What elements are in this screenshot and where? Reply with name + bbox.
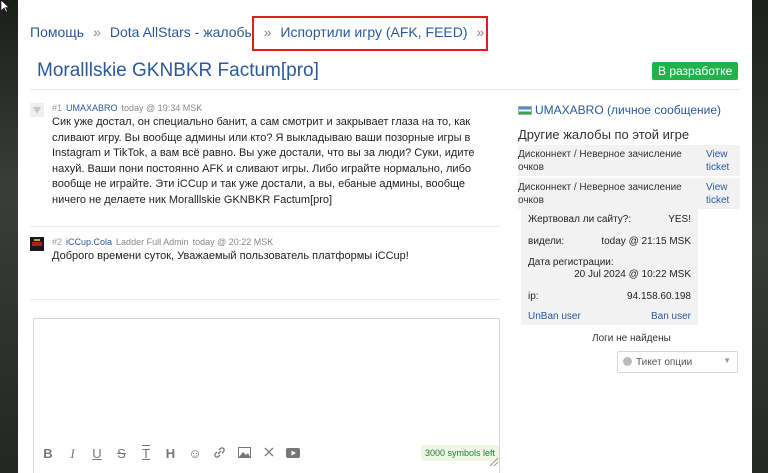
post-time: today @ 20:22 MSK xyxy=(192,237,274,247)
complaint-title: Дисконнект / Неверное зачисление очков xyxy=(518,182,682,206)
post: #2 iCCup.Cola Ladder Full Admin today @ 20:… xyxy=(30,237,500,277)
complaint-title: Дисконнект / Неверное зачисление очков xyxy=(518,149,682,173)
underline-icon[interactable]: U xyxy=(89,446,105,462)
expand-icon[interactable] xyxy=(261,446,277,462)
editor-toolbar: B I U S T H ☺ xyxy=(40,445,310,463)
admin-avatar-icon xyxy=(30,237,44,251)
symbols-left-counter: 3000 symbols left xyxy=(421,445,500,461)
smiley-icon[interactable]: ☺ xyxy=(187,446,203,462)
background-left xyxy=(0,0,18,473)
complaint-item: Дисконнект / Неверное зачисление очков V… xyxy=(518,178,740,209)
post-author[interactable]: UMAXABRO xyxy=(66,103,118,113)
post-meta: #1 UMAXABRO today @ 19:34 MSK xyxy=(52,103,202,113)
registration-label: Дата регистрации: xyxy=(528,257,614,268)
user-message-label: UMAXABRO (личное сообщение) xyxy=(535,103,722,117)
default-avatar-icon xyxy=(30,103,44,117)
title-divider xyxy=(30,89,740,90)
mouse-cursor-icon xyxy=(1,0,9,12)
ticket-page: Помощь» Dota AllStars - жалобы» Испортили … xyxy=(18,0,752,473)
post-divider xyxy=(30,226,500,227)
ip-value: 94.158.60.198 xyxy=(627,291,691,302)
page-title: Moralllskie GKNBKR Factum[pro] xyxy=(37,60,319,81)
view-ticket-link[interactable]: View ticket xyxy=(706,181,740,207)
video-icon[interactable] xyxy=(285,446,301,462)
chevron-down-icon: ▼ xyxy=(723,356,731,365)
resize-handle-icon[interactable] xyxy=(490,458,498,466)
gear-icon xyxy=(623,357,632,366)
user-info-panel: Жертвовал ли сайту?: YES! видели: today … xyxy=(521,207,698,325)
ticket-options-select[interactable]: Тикет опции ▼ xyxy=(617,351,738,373)
donated-row: Жертвовал ли сайту?: YES! xyxy=(528,214,691,225)
registration-value: 20 Jul 2024 @ 10:22 MSK xyxy=(574,269,691,280)
ip-label: ip: xyxy=(528,291,539,302)
breadcrumb-dota-complaints[interactable]: Dota AllStars - жалобы xyxy=(110,24,255,40)
last-seen-value: today @ 21:15 MSK xyxy=(601,236,691,247)
post-body: Сик уже достал, он специально банит, а с… xyxy=(52,116,475,206)
post-body: Доброго времени суток, Уважаемый пользов… xyxy=(52,250,409,262)
last-seen-row: видели: today @ 21:15 MSK xyxy=(528,236,691,247)
post-number[interactable]: #1 xyxy=(52,103,62,113)
post-time: today @ 19:34 MSK xyxy=(121,103,203,113)
registration-row: Дата регистрации: xyxy=(528,257,691,268)
donated-label: Жертвовал ли сайту?: xyxy=(528,214,632,225)
unban-user-link[interactable]: UnBan user xyxy=(528,311,581,322)
post-author-role: Ladder Full Admin xyxy=(116,237,189,247)
donated-value: YES! xyxy=(668,214,691,225)
last-seen-label: видели: xyxy=(528,236,565,247)
post-number[interactable]: #2 xyxy=(52,237,62,247)
user-message-link[interactable]: UMAXABRO (личное сообщение) xyxy=(518,103,721,117)
status-badge: В разработке xyxy=(652,62,739,80)
post: #1 UMAXABRO today @ 19:34 MSK Сик уже дост… xyxy=(30,103,500,213)
italic-icon[interactable]: I xyxy=(65,446,81,462)
ban-user-link[interactable]: Ban user xyxy=(651,311,691,322)
background-right xyxy=(752,0,768,473)
country-flag-icon xyxy=(518,106,532,115)
ticket-options-label: Тикет опции xyxy=(636,357,693,368)
post-meta: #2 iCCup.Cola Ladder Full Admin today @ 20:… xyxy=(52,237,273,247)
other-complaints-heading: Другие жалобы по этой игре xyxy=(518,127,690,142)
no-logs-text: Логи не найдены xyxy=(592,333,671,344)
highlight-box xyxy=(252,16,488,51)
view-ticket-link[interactable]: View ticket xyxy=(706,148,740,174)
text-format-icon[interactable]: T xyxy=(138,446,154,462)
bold-icon[interactable]: B xyxy=(40,446,56,462)
post-author[interactable]: iCCup.Cola xyxy=(66,237,112,247)
link-icon[interactable] xyxy=(212,446,228,463)
strikethrough-icon[interactable]: S xyxy=(114,446,130,462)
image-icon[interactable] xyxy=(236,446,252,462)
breadcrumb-separator: » xyxy=(93,24,101,40)
breadcrumb-help[interactable]: Помощь xyxy=(30,24,84,40)
complaint-item: Дисконнект / Неверное зачисление очков V… xyxy=(518,145,740,176)
post-divider xyxy=(30,299,500,300)
heading-icon[interactable]: H xyxy=(163,446,179,462)
ip-row: ip: 94.158.60.198 xyxy=(528,291,691,302)
